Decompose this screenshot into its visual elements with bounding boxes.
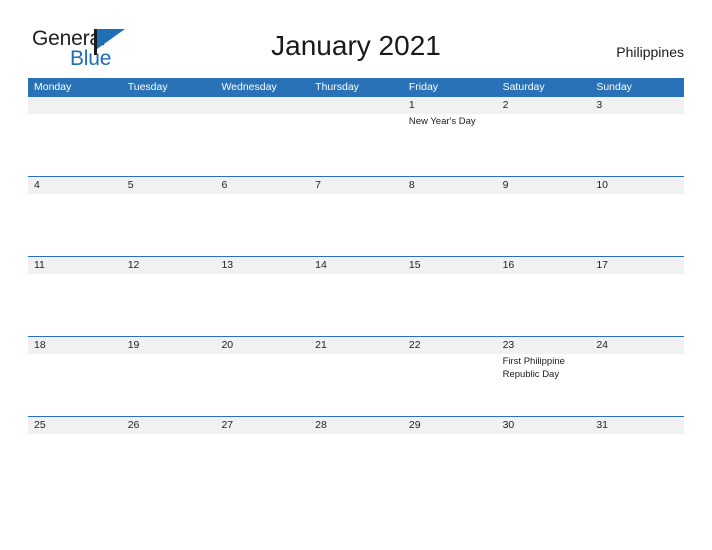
day-number[interactable]: 18 xyxy=(28,337,122,354)
day-number[interactable]: 24 xyxy=(590,337,684,354)
day-event xyxy=(497,114,591,176)
day-event xyxy=(28,354,122,416)
calendar-grid: Monday Tuesday Wednesday Thursday Friday… xyxy=(28,78,684,496)
day-event xyxy=(403,434,497,496)
day-number[interactable]: 19 xyxy=(122,337,216,354)
day-event xyxy=(122,434,216,496)
day-event xyxy=(590,354,684,416)
day-event xyxy=(309,274,403,336)
day-number[interactable]: 29 xyxy=(403,417,497,434)
week-daynumber-strip: 11 12 13 14 15 16 17 xyxy=(28,257,684,274)
day-number[interactable] xyxy=(28,97,122,114)
day-number[interactable]: 13 xyxy=(215,257,309,274)
weekday-saturday: Saturday xyxy=(502,81,545,93)
day-event xyxy=(590,274,684,336)
day-number[interactable]: 25 xyxy=(28,417,122,434)
day-number[interactable]: 6 xyxy=(215,177,309,194)
day-event xyxy=(403,274,497,336)
day-number[interactable]: 5 xyxy=(122,177,216,194)
day-event: New Year's Day xyxy=(408,116,476,127)
week-daynumber-strip: 25 26 27 28 29 30 31 xyxy=(28,417,684,434)
day-number[interactable]: 12 xyxy=(122,257,216,274)
day-number[interactable]: 26 xyxy=(122,417,216,434)
day-number[interactable]: 16 xyxy=(497,257,591,274)
day-number[interactable]: 10 xyxy=(590,177,684,194)
day-number[interactable] xyxy=(122,97,216,114)
day-number[interactable]: 17 xyxy=(590,257,684,274)
day-event xyxy=(122,194,216,256)
weekday-wednesday: Wednesday xyxy=(221,81,277,93)
day-number[interactable]: 30 xyxy=(497,417,591,434)
day-number[interactable]: 8 xyxy=(403,177,497,194)
week-event-row xyxy=(28,194,684,256)
week-row: 11 12 13 14 15 16 17 xyxy=(28,256,684,336)
week-event-row xyxy=(28,434,684,496)
day-number[interactable]: 4 xyxy=(28,177,122,194)
day-number[interactable]: 3 xyxy=(590,97,684,114)
day-event xyxy=(28,274,122,336)
day-number[interactable] xyxy=(309,97,403,114)
day-event xyxy=(215,194,309,256)
day-event xyxy=(122,354,216,416)
week-row: 25 26 27 28 29 30 31 xyxy=(28,416,684,496)
week-daynumber-strip: 1 2 3 xyxy=(28,97,684,114)
day-number[interactable]: 1 xyxy=(403,97,497,114)
week-row: 4 5 6 7 8 9 10 xyxy=(28,176,684,256)
day-number[interactable] xyxy=(215,97,309,114)
day-event xyxy=(215,114,309,176)
week-daynumber-strip: 18 19 20 21 22 23 24 xyxy=(28,337,684,354)
day-number[interactable]: 9 xyxy=(497,177,591,194)
day-event xyxy=(497,194,591,256)
day-event xyxy=(122,274,216,336)
day-event xyxy=(590,434,684,496)
weekday-header-row: Monday Tuesday Wednesday Thursday Friday… xyxy=(28,78,684,96)
day-number[interactable]: 21 xyxy=(309,337,403,354)
day-event: First Philippine Republic Day xyxy=(502,356,565,380)
weekday-sunday: Sunday xyxy=(596,81,632,93)
week-row: 1 2 3 New Year's Day xyxy=(28,96,684,176)
day-number[interactable]: 7 xyxy=(309,177,403,194)
week-event-row xyxy=(28,274,684,336)
day-event xyxy=(28,434,122,496)
day-event xyxy=(403,194,497,256)
day-event xyxy=(497,274,591,336)
weekday-friday: Friday xyxy=(408,81,439,93)
week-row: 18 19 20 21 22 23 24 First Philippine Re… xyxy=(28,336,684,416)
day-event xyxy=(215,274,309,336)
day-number[interactable]: 11 xyxy=(28,257,122,274)
day-event xyxy=(28,114,122,176)
weekday-thursday: Thursday xyxy=(315,81,359,93)
week-event-row: New Year's Day xyxy=(28,114,684,176)
weekday-monday: Monday xyxy=(34,81,72,93)
day-number[interactable]: 23 xyxy=(497,337,591,354)
week-event-row: First Philippine Republic Day xyxy=(28,354,684,416)
day-event xyxy=(590,194,684,256)
day-number[interactable]: 31 xyxy=(590,417,684,434)
day-number[interactable]: 28 xyxy=(309,417,403,434)
day-event xyxy=(215,354,309,416)
day-number[interactable]: 20 xyxy=(215,337,309,354)
day-event xyxy=(403,354,497,416)
page-title: January 2021 xyxy=(271,30,441,61)
day-number[interactable]: 2 xyxy=(497,97,591,114)
page-header: General Blue January 2021 Philippines xyxy=(0,0,712,78)
day-number[interactable]: 14 xyxy=(309,257,403,274)
day-event xyxy=(122,114,216,176)
day-event xyxy=(309,194,403,256)
day-number[interactable]: 15 xyxy=(403,257,497,274)
day-event xyxy=(215,434,309,496)
day-event xyxy=(309,354,403,416)
weekday-tuesday: Tuesday xyxy=(127,81,168,93)
country-label: Philippines xyxy=(616,44,684,60)
day-event xyxy=(590,114,684,176)
day-event xyxy=(309,114,403,176)
day-event xyxy=(28,194,122,256)
day-event xyxy=(497,434,591,496)
day-number[interactable]: 27 xyxy=(215,417,309,434)
day-event xyxy=(309,434,403,496)
week-daynumber-strip: 4 5 6 7 8 9 10 xyxy=(28,177,684,194)
day-number[interactable]: 22 xyxy=(403,337,497,354)
